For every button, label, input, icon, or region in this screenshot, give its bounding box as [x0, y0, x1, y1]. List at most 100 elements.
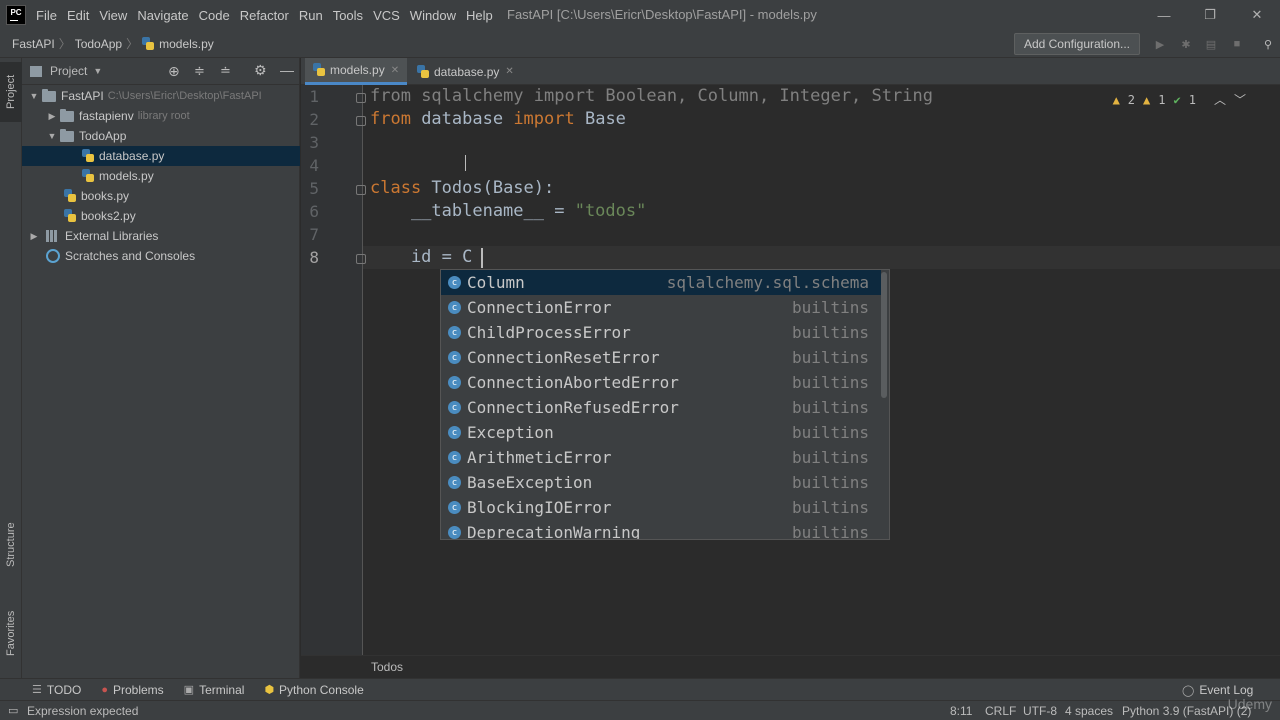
tree-item-fastapienv[interactable]: ▶ fastapienv library root [22, 106, 300, 126]
chevron-down-icon[interactable]: ▼ [93, 66, 102, 76]
warning-icon: ▲ [1112, 92, 1120, 107]
tool-tab-label: TODO [46, 682, 82, 697]
hide-panel-icon[interactable]: — [280, 62, 294, 78]
menu-file[interactable]: File [32, 8, 61, 23]
favorites-tool-tab[interactable]: Favorites [0, 598, 22, 668]
expand-all-icon[interactable]: ≑ [194, 63, 205, 79]
caret-position[interactable]: 8:11 [950, 704, 972, 718]
class-icon: c [448, 351, 461, 364]
completion-name: ConnectionAbortedError [467, 373, 679, 392]
completion-item[interactable]: c ConnectionError builtins [441, 295, 881, 320]
tree-item-external-libraries[interactable]: ▶ External Libraries [22, 226, 300, 246]
coverage-icon[interactable]: ▤ [1205, 38, 1217, 51]
minimize-button[interactable]: — [1141, 0, 1187, 30]
tree-item-books2-py[interactable]: books2.py [22, 206, 300, 226]
stop-icon[interactable]: ■ [1231, 38, 1243, 50]
menu-refactor[interactable]: Refactor [236, 8, 293, 23]
code-completion-popup[interactable]: c Column sqlalchemy.sql.schema c Connection… [440, 269, 890, 540]
tree-item-models-py[interactable]: models.py [22, 166, 300, 186]
tab-database-py[interactable]: database.py ✕ [409, 58, 522, 85]
code-text: Base [574, 109, 626, 129]
close-icon[interactable]: ✕ [505, 66, 513, 77]
structure-tool-tab[interactable]: Structure [0, 510, 22, 580]
completion-item[interactable]: c Exception builtins [441, 420, 881, 445]
locate-icon[interactable]: ⊕ [168, 63, 180, 80]
chevron-down-icon[interactable]: ▼ [28, 91, 40, 101]
add-configuration-button[interactable]: Add Configuration... [1014, 33, 1140, 55]
menu-edit[interactable]: Edit [63, 8, 93, 23]
menu-code[interactable]: Code [195, 8, 234, 23]
gear-icon[interactable]: ⚙ [254, 62, 267, 79]
tree-item-scratches[interactable]: Scratches and Consoles [22, 246, 300, 266]
menu-vcs[interactable]: VCS [369, 8, 404, 23]
breadcrumb-file[interactable]: models.py [159, 37, 214, 51]
menu-tools[interactable]: Tools [329, 8, 367, 23]
project-panel-title[interactable]: Project [50, 64, 87, 78]
chevron-right-icon[interactable]: ▶ [46, 111, 58, 122]
debug-icon[interactable]: ✱ [1180, 38, 1192, 51]
title-bar: PC File Edit View Navigate Code Refactor… [0, 0, 1280, 30]
completion-item[interactable]: c ArithmeticError builtins [441, 445, 881, 470]
tree-item-books-py[interactable]: books.py [22, 186, 300, 206]
completion-item[interactable]: c Column sqlalchemy.sql.schema [441, 270, 881, 295]
inspection-widget[interactable]: ▲ 2 ▲ 1 ✔ 1 ︿ ﹀ [1113, 91, 1246, 108]
run-icon[interactable]: ▶ [1154, 38, 1166, 51]
fold-icon[interactable] [356, 254, 366, 264]
restore-button[interactable]: ❐ [1187, 0, 1233, 30]
completion-item[interactable]: c ConnectionRefusedError builtins [441, 395, 881, 420]
chevron-up-icon[interactable]: ︿ [1214, 91, 1226, 108]
tree-item-label: TodoApp [79, 129, 127, 143]
tab-models-py[interactable]: models.py ✕ [305, 58, 408, 85]
completion-item[interactable]: c ConnectionResetError builtins [441, 345, 881, 370]
code-keyword: import [513, 109, 575, 129]
chevron-down-icon[interactable]: ﹀ [1234, 91, 1246, 108]
tree-item-todoapp[interactable]: ▼ TodoApp [22, 126, 300, 146]
collapse-all-icon[interactable]: ≐ [220, 63, 231, 79]
chevron-down-icon[interactable]: ▼ [46, 131, 58, 141]
scratches-icon [46, 249, 60, 263]
tree-item-database-py[interactable]: database.py [22, 146, 300, 166]
fold-icon[interactable] [356, 116, 366, 126]
completion-item[interactable]: c ChildProcessError builtins [441, 320, 881, 345]
file-encoding[interactable]: UTF-8 [1023, 704, 1057, 718]
code-keyword: class [370, 178, 422, 198]
problems-tool-tab[interactable]: ● Problems [101, 683, 163, 697]
python-console-tool-tab[interactable]: ⬢ Python Console [264, 683, 363, 697]
problems-icon: ● [101, 683, 108, 696]
search-icon[interactable]: ⚲ [1262, 38, 1274, 51]
menu-view[interactable]: View [95, 8, 131, 23]
indent-setting[interactable]: 4 spaces [1065, 704, 1113, 718]
menu-help[interactable]: Help [462, 8, 497, 23]
completion-source: builtins [791, 298, 869, 317]
status-toggle-icon[interactable]: ▭ [8, 704, 18, 717]
close-icon[interactable]: ✕ [391, 65, 399, 76]
completion-name: ArithmeticError [467, 448, 612, 467]
python-console-icon: ⬢ [264, 684, 275, 696]
warning-count: 2 [1127, 92, 1136, 107]
tree-item-path: C:\Users\Ericr\Desktop\FastAPI [107, 90, 262, 102]
completion-item[interactable]: c ConnectionAbortedError builtins [441, 370, 881, 395]
menu-navigate[interactable]: Navigate [133, 8, 192, 23]
close-window-button[interactable]: ✕ [1234, 0, 1280, 30]
tree-item-fastapi[interactable]: ▼ FastAPI C:\Users\Ericr\Desktop\FastAPI [22, 86, 300, 106]
chevron-right-icon[interactable]: ▶ [28, 231, 40, 242]
completion-item[interactable]: c BaseException builtins [441, 470, 881, 495]
completion-scrollbar[interactable] [881, 272, 887, 398]
menu-run[interactable]: Run [295, 8, 327, 23]
breadcrumb-project[interactable]: FastAPI [12, 37, 55, 51]
line-separator[interactable]: CRLF [985, 704, 1016, 718]
tree-item-label: fastapienv [79, 109, 134, 123]
menu-window[interactable]: Window [406, 8, 460, 23]
fold-icon[interactable] [356, 185, 366, 195]
completion-item[interactable]: c BlockingIOError builtins [441, 495, 881, 520]
fold-icon[interactable] [356, 93, 366, 103]
breadcrumb-folder[interactable]: TodoApp [75, 37, 122, 51]
navigation-bar: FastAPI 〉 TodoApp 〉 models.py Add Config… [0, 30, 1280, 58]
project-tool-tab[interactable]: Project [0, 62, 22, 122]
weak-warning-icon: ▲ [1143, 92, 1151, 107]
todo-tool-tab[interactable]: ☰ TODO [32, 683, 81, 697]
completion-item[interactable]: c DeprecationWarning builtins [441, 520, 881, 539]
event-log-tool-tab[interactable]: ◯ Event Log [1182, 683, 1253, 697]
breadcrumb-class[interactable]: Todos [371, 660, 403, 674]
terminal-tool-tab[interactable]: ▣ Terminal [184, 683, 245, 697]
